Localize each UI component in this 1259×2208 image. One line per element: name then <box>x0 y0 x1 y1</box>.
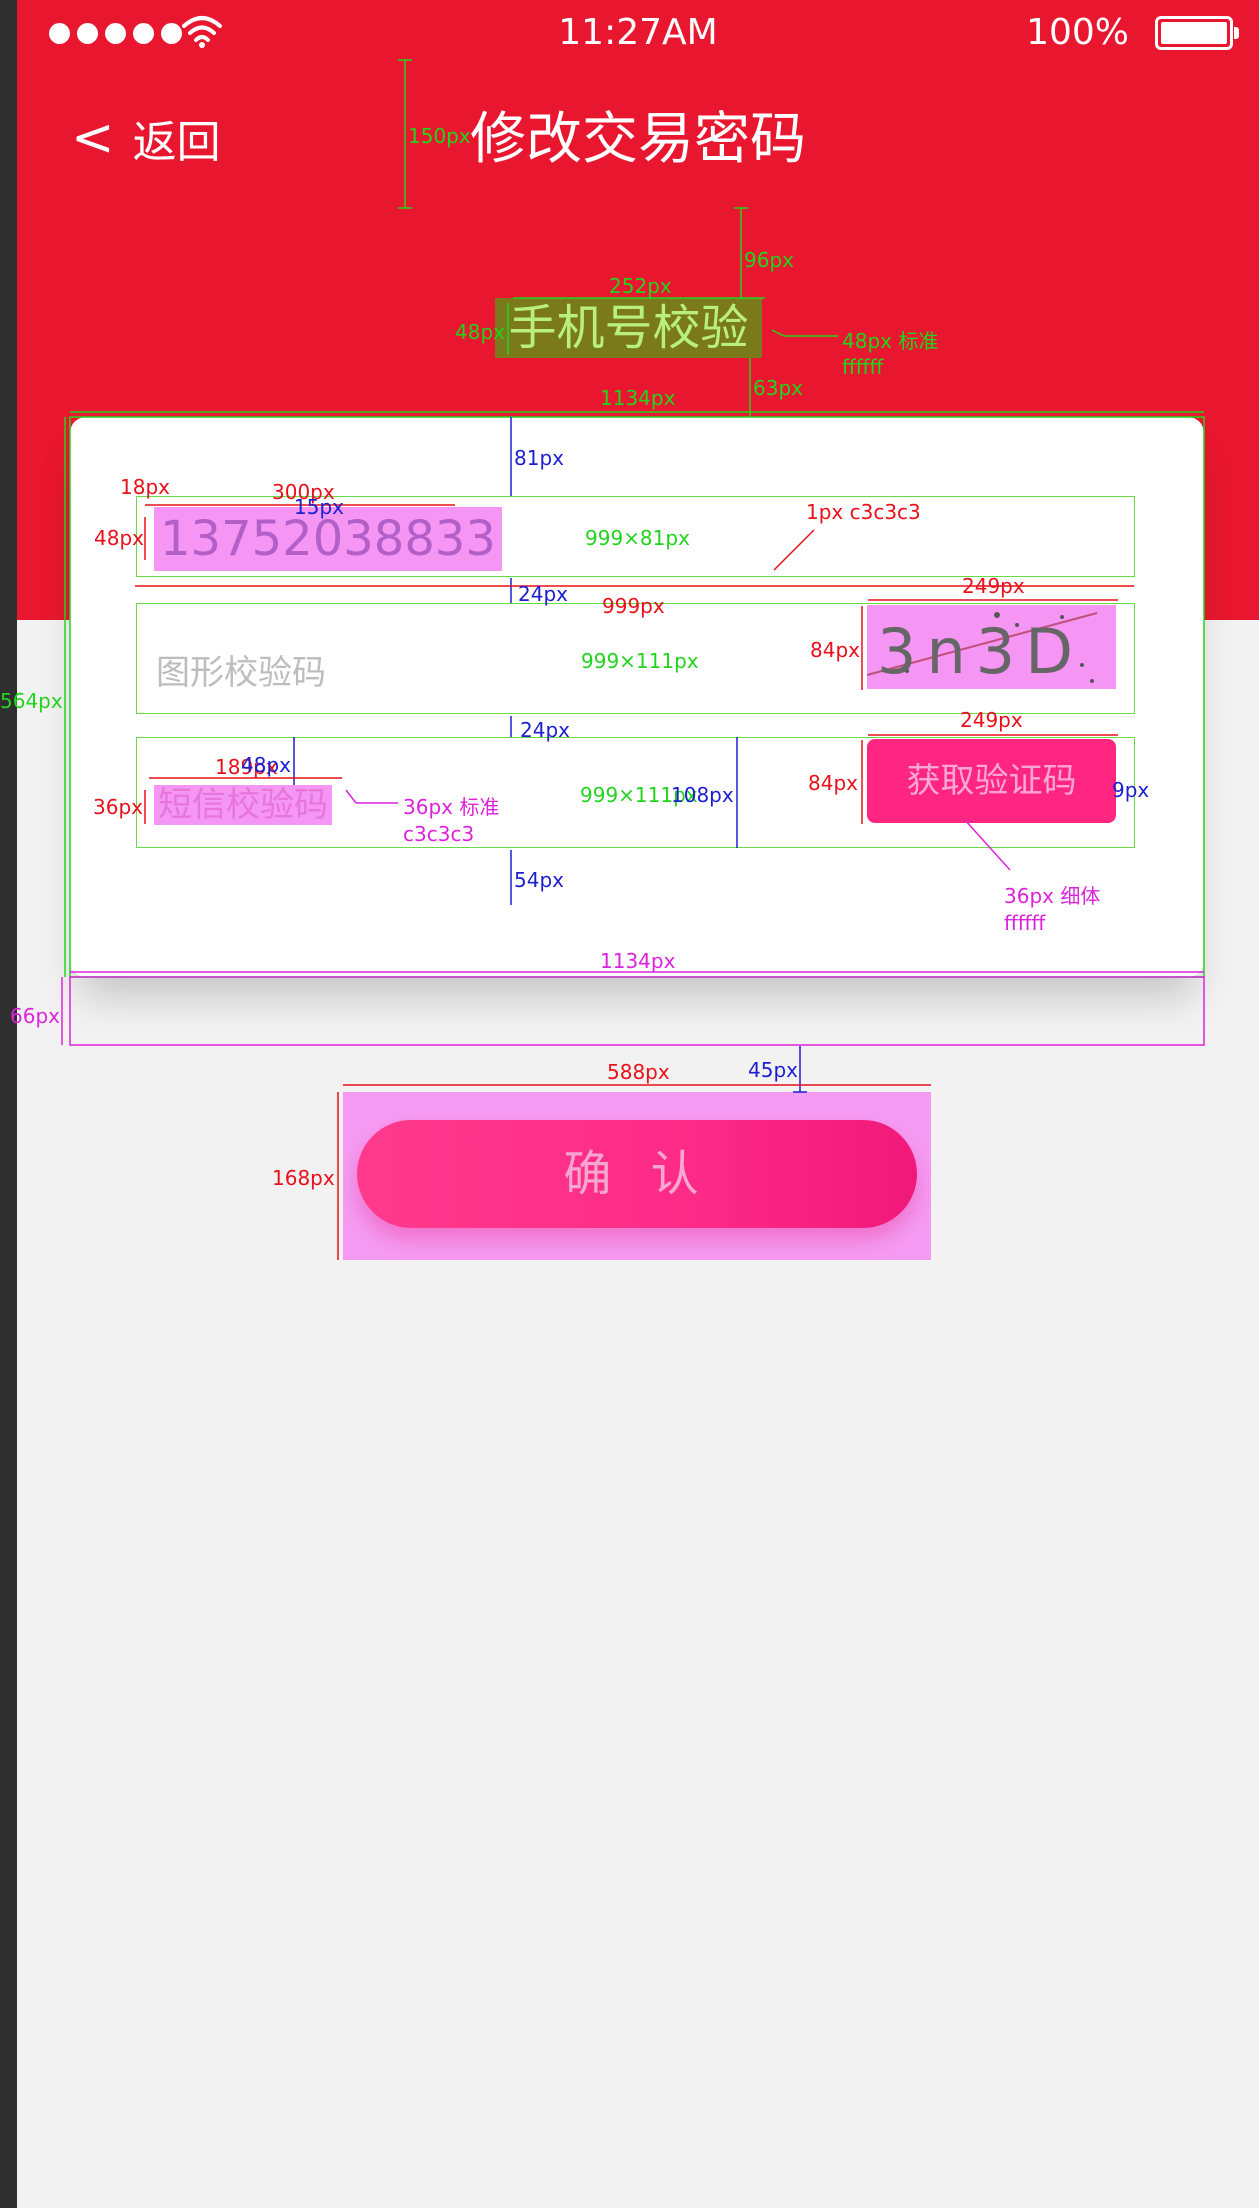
image-code-input[interactable]: 图形校验码 <box>156 645 326 694</box>
left-edge-bar <box>0 0 17 2208</box>
verification-card: 13752038833 图形校验码 3n3D 短信校验码 获取验证码 <box>70 417 1204 977</box>
chevron-left-icon: < <box>71 108 115 168</box>
page-title: 修改交易密码 <box>470 107 806 172</box>
annotation-label: 168px <box>272 1166 335 1190</box>
battery-percent: 100% <box>1026 12 1129 53</box>
back-label: 返回 <box>132 117 221 168</box>
back-button[interactable]: < 返回 <box>71 106 221 170</box>
captcha-text: 3n3D <box>877 615 1083 688</box>
captcha-image[interactable]: 3n3D <box>867 605 1116 689</box>
status-bar: 11:27AM 100% <box>17 10 1259 60</box>
phone-number-value: 13752038833 <box>154 507 502 571</box>
battery-icon <box>1155 16 1239 50</box>
confirm-button[interactable]: 确 认 <box>357 1120 917 1228</box>
annotation-label: 588px <box>607 1060 670 1084</box>
annotation-label: 66px <box>10 1004 60 1028</box>
annotation-label: 45px <box>748 1058 798 1082</box>
captcha-graphic: 3n3D <box>867 612 1098 688</box>
sms-code-input[interactable]: 短信校验码 <box>154 785 332 825</box>
section-title: 手机号校验 <box>495 298 762 358</box>
get-sms-code-button[interactable]: 获取验证码 <box>867 739 1116 823</box>
